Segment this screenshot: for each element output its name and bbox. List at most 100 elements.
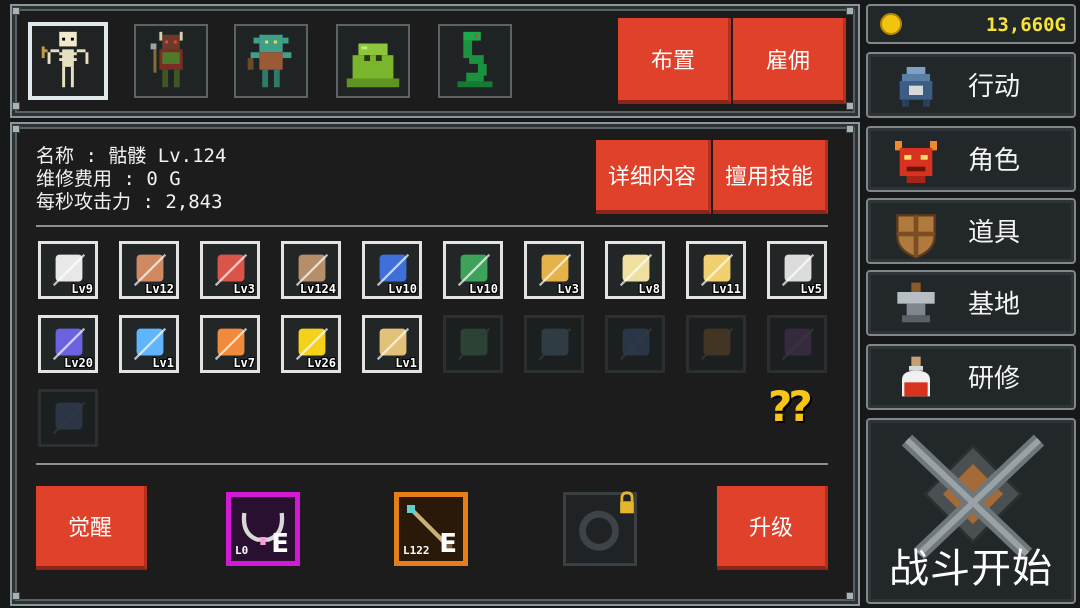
rivet: [846, 7, 854, 15]
divider: [36, 463, 828, 465]
locked-purple-bow-icon: [781, 327, 815, 361]
sidebar-item-label: 行动: [968, 72, 1021, 102]
skill-level: Lv1: [152, 356, 174, 370]
rivet: [12, 592, 20, 600]
skill-slot[interactable]: Lv12: [119, 241, 179, 299]
locked-crossbow-icon: [538, 327, 572, 361]
skill-slot[interactable]: Lv8: [605, 241, 665, 299]
sidebar-item-research[interactable]: 研修: [866, 344, 1076, 410]
monster-tab-skeleton[interactable]: [28, 22, 108, 100]
character-dps: 每秒攻击力 : 2,843: [36, 191, 223, 213]
goblin-icon: [247, 34, 292, 88]
skill-level: Lv11: [712, 282, 741, 296]
sidebar-item-character[interactable]: 角色: [866, 126, 1076, 192]
skill-level: Lv5: [800, 282, 822, 296]
skill-slot[interactable]: [767, 315, 827, 373]
sidebar-item-label: 研修: [968, 364, 1021, 394]
gold-amount: 13,660G: [985, 14, 1066, 36]
awaken-button[interactable]: 觉醒: [36, 486, 147, 570]
hire-button[interactable]: 雇佣: [733, 18, 846, 104]
skill-slot[interactable]: Lv5: [767, 241, 827, 299]
monster-tab-orc-warrior[interactable]: [134, 24, 208, 98]
sidebar-item-label: 道具: [968, 218, 1021, 248]
sidebar-item-items[interactable]: 道具: [866, 198, 1076, 264]
battle-start-button[interactable]: 战斗开始: [866, 418, 1076, 604]
sidebar-item-action[interactable]: 行动: [866, 52, 1076, 118]
locked-blue-arrows-icon: [619, 327, 653, 361]
skill-level: Lv10: [469, 282, 498, 296]
skill-slot[interactable]: Lv1: [119, 315, 179, 373]
skill-level: Lv3: [233, 282, 255, 296]
details-button[interactable]: 详细内容: [596, 140, 711, 214]
rivet: [12, 7, 20, 15]
skill-slot[interactable]: [686, 315, 746, 373]
arrow-item-level: L122: [403, 544, 430, 557]
rivet: [12, 102, 20, 110]
sidebar-item-label: 基地: [968, 290, 1021, 320]
rivet: [846, 102, 854, 110]
green-snake-icon: [457, 31, 493, 88]
rivet: [846, 592, 854, 600]
character-upkeep: 维修费用 : 0 G: [36, 168, 181, 190]
mystery-mark: ??: [768, 382, 813, 431]
skill-slot[interactable]: Lv26: [281, 315, 341, 373]
demon-mask-icon: [895, 141, 937, 183]
skill-slot[interactable]: [38, 389, 98, 447]
lock-icon: [620, 491, 634, 514]
divider: [36, 225, 828, 227]
skill-slot[interactable]: Lv3: [524, 241, 584, 299]
skill-level: Lv8: [638, 282, 660, 296]
cauldron-icon: [899, 67, 933, 107]
monster-tab-goblin[interactable]: [234, 24, 308, 98]
skill-level: Lv1: [395, 356, 417, 370]
skill-level: Lv20: [64, 356, 93, 370]
skill-slot[interactable]: [524, 315, 584, 373]
skill-level: Lv7: [233, 356, 255, 370]
currency-bar: 13,660G: [866, 4, 1076, 44]
skill-slot[interactable]: [443, 315, 503, 373]
skill-level: Lv124: [299, 282, 336, 296]
skill-slot[interactable]: Lv3: [200, 241, 260, 299]
skill-slot[interactable]: Lv7: [200, 315, 260, 373]
green-slime-icon: [346, 43, 400, 88]
deploy-button[interactable]: 布置: [618, 18, 731, 104]
monster-tab-green-slime[interactable]: [336, 24, 410, 98]
necklace-level: L0: [235, 544, 249, 557]
ring-slot-locked[interactable]: [563, 491, 637, 566]
skill-slot[interactable]: Lv10: [443, 241, 503, 299]
skill-level: Lv9: [71, 282, 93, 296]
necklace-slot[interactable]: L0 E: [226, 492, 300, 566]
character-name: 名称 : 骷髅 Lv.124: [36, 145, 227, 167]
upgrade-button[interactable]: 升级: [717, 486, 828, 570]
skill-slot[interactable]: Lv1: [362, 315, 422, 373]
wooden-shield-icon: [896, 214, 936, 259]
skill-slot[interactable]: Lv10: [362, 241, 422, 299]
skill-level: Lv26: [307, 356, 336, 370]
skill-slot[interactable]: Lv124: [281, 241, 341, 299]
gold-coin-icon: [880, 13, 902, 35]
sidebar-item-base[interactable]: 基地: [866, 270, 1076, 336]
locked-club-icon: [700, 327, 734, 361]
skill-slot[interactable]: Lv20: [38, 315, 98, 373]
skill-slot[interactable]: Lv11: [686, 241, 746, 299]
locked-blue-bow-icon: [52, 401, 86, 435]
skill-level: Lv10: [388, 282, 417, 296]
rivet: [12, 125, 20, 133]
necklace-equipped-tag: E: [271, 529, 289, 559]
rivet: [846, 125, 854, 133]
skill-level: Lv3: [557, 282, 579, 296]
arrow-equipped-tag: E: [439, 529, 457, 559]
monster-tab-green-snake[interactable]: [438, 24, 512, 98]
anvil-icon: [897, 282, 935, 323]
skill-slot[interactable]: Lv9: [38, 241, 98, 299]
skills-button[interactable]: 擅用技能: [713, 140, 828, 214]
skeleton-icon: [41, 31, 89, 88]
skill-slot[interactable]: [605, 315, 665, 373]
locked-green-arrows-icon: [457, 327, 491, 361]
sidebar-item-label: 角色: [968, 146, 1021, 176]
potion-icon: [902, 356, 930, 397]
battle-start-label: 战斗开始: [889, 546, 1053, 592]
skill-level: Lv12: [145, 282, 174, 296]
arrow-slot[interactable]: L122 E: [394, 492, 468, 566]
orc-warrior-icon: [150, 31, 183, 88]
